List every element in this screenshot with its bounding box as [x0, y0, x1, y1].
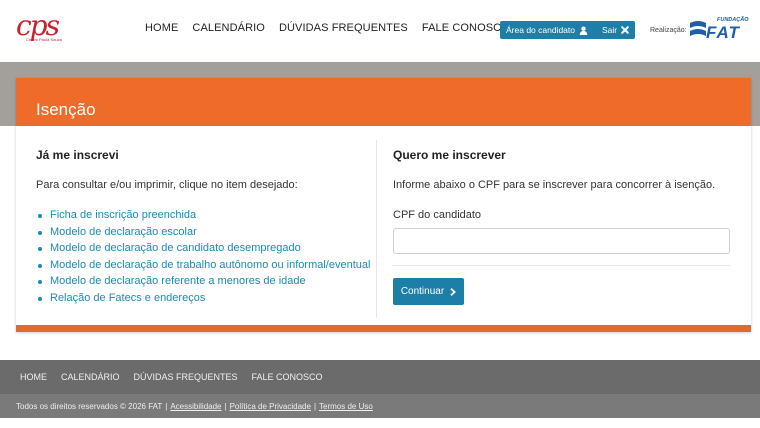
page-title: Isenção [36, 100, 96, 119]
cps-logo[interactable]: cps Centro Paula Souza [16, 9, 62, 48]
link-declaracao-escolar[interactable]: Modelo de declaração escolar [36, 224, 376, 241]
link-termos-uso[interactable]: Termos de Uso [319, 402, 373, 411]
user-bar: Área do candidato Sair [500, 21, 636, 39]
nav-calendario[interactable]: CALENDÁRIO [192, 22, 265, 34]
link-acessibilidade[interactable]: Acessibilidade [170, 402, 221, 411]
candidate-area-label: Área do candidato [506, 25, 575, 35]
register-description: Informe abaixo o CPF para se inscrever p… [393, 179, 716, 191]
logo-mark: cps [16, 9, 60, 42]
column-divider [376, 140, 377, 318]
card-bottom-bar [16, 325, 751, 332]
nav-home[interactable]: HOME [145, 22, 178, 34]
form-separator [393, 265, 730, 266]
site-header: cps Centro Paula Souza HOME CALENDÁRIO D… [0, 0, 760, 62]
user-icon [579, 26, 588, 35]
candidate-area-button[interactable]: Área do candidato [506, 25, 588, 35]
link-declaracao-autonomo[interactable]: Modelo de declaração de trabalho autônom… [36, 257, 376, 274]
already-registered-description: Para consultar e/ou imprimir, clique no … [36, 179, 298, 191]
nav-duvidas-frequentes[interactable]: DÚVIDAS FREQUENTES [279, 22, 408, 34]
link-ficha-inscricao[interactable]: Ficha de inscrição preenchida [36, 207, 376, 224]
already-registered-section: Já me inscrevi Para consultar e/ou impri… [36, 148, 376, 307]
chevron-right-icon [450, 287, 457, 296]
document-links: Ficha de inscrição preenchida Modelo de … [36, 207, 376, 307]
footer-nav-fale-conosco[interactable]: FALE CONOSCO [252, 372, 323, 382]
separator: | [165, 401, 168, 411]
logout-button[interactable]: Sair [602, 25, 629, 35]
copyright-text: Todos os direitos reservados © 2026 FAT [16, 401, 163, 411]
fat-logo-text: FAT [706, 23, 740, 42]
main-nav: HOME CALENDÁRIO DÚVIDAS FREQUENTES FALE … [145, 22, 510, 34]
continue-button[interactable]: Continuar [393, 278, 464, 305]
logout-label: Sair [602, 25, 618, 35]
footer-legal: Todos os direitos reservados © 2026 FAT … [0, 394, 760, 418]
register-section: Quero me inscrever Informe abaixo o CPF … [393, 148, 733, 305]
separator: | [313, 401, 317, 411]
continue-label: Continuar [400, 286, 445, 297]
nav-fale-conosco[interactable]: FALE CONOSCO [422, 22, 510, 34]
card-header: Isenção [16, 78, 751, 126]
realizacao-label: Realização: [650, 27, 687, 34]
separator: | [224, 401, 227, 411]
link-relacao-fatecs[interactable]: Relação de Fatecs e endereços [36, 290, 376, 307]
cpf-input[interactable] [393, 228, 730, 254]
cpf-label: CPF do candidato [393, 209, 482, 221]
footer-nav-calendario[interactable]: CALENDÁRIO [61, 372, 120, 382]
fat-logo-icon [690, 21, 706, 36]
footer-nav: HOME CALENDÁRIO DÚVIDAS FREQUENTES FALE … [0, 360, 760, 394]
register-heading: Quero me inscrever [393, 148, 506, 162]
footer-nav-duvidas-frequentes[interactable]: DÚVIDAS FREQUENTES [134, 372, 238, 382]
link-declaracao-desempregado[interactable]: Modelo de declaração de candidato desemp… [36, 240, 376, 257]
isencao-card: Isenção Já me inscrevi Para consultar e/… [16, 78, 751, 332]
close-icon [621, 26, 629, 34]
link-politica-privacidade[interactable]: Política de Privacidade [230, 402, 311, 411]
link-declaracao-menores[interactable]: Modelo de declaração referente a menores… [36, 273, 376, 290]
already-registered-heading: Já me inscrevi [36, 148, 119, 162]
footer-nav-home[interactable]: HOME [20, 372, 47, 382]
logo-subtext: Centro Paula Souza [26, 37, 62, 42]
